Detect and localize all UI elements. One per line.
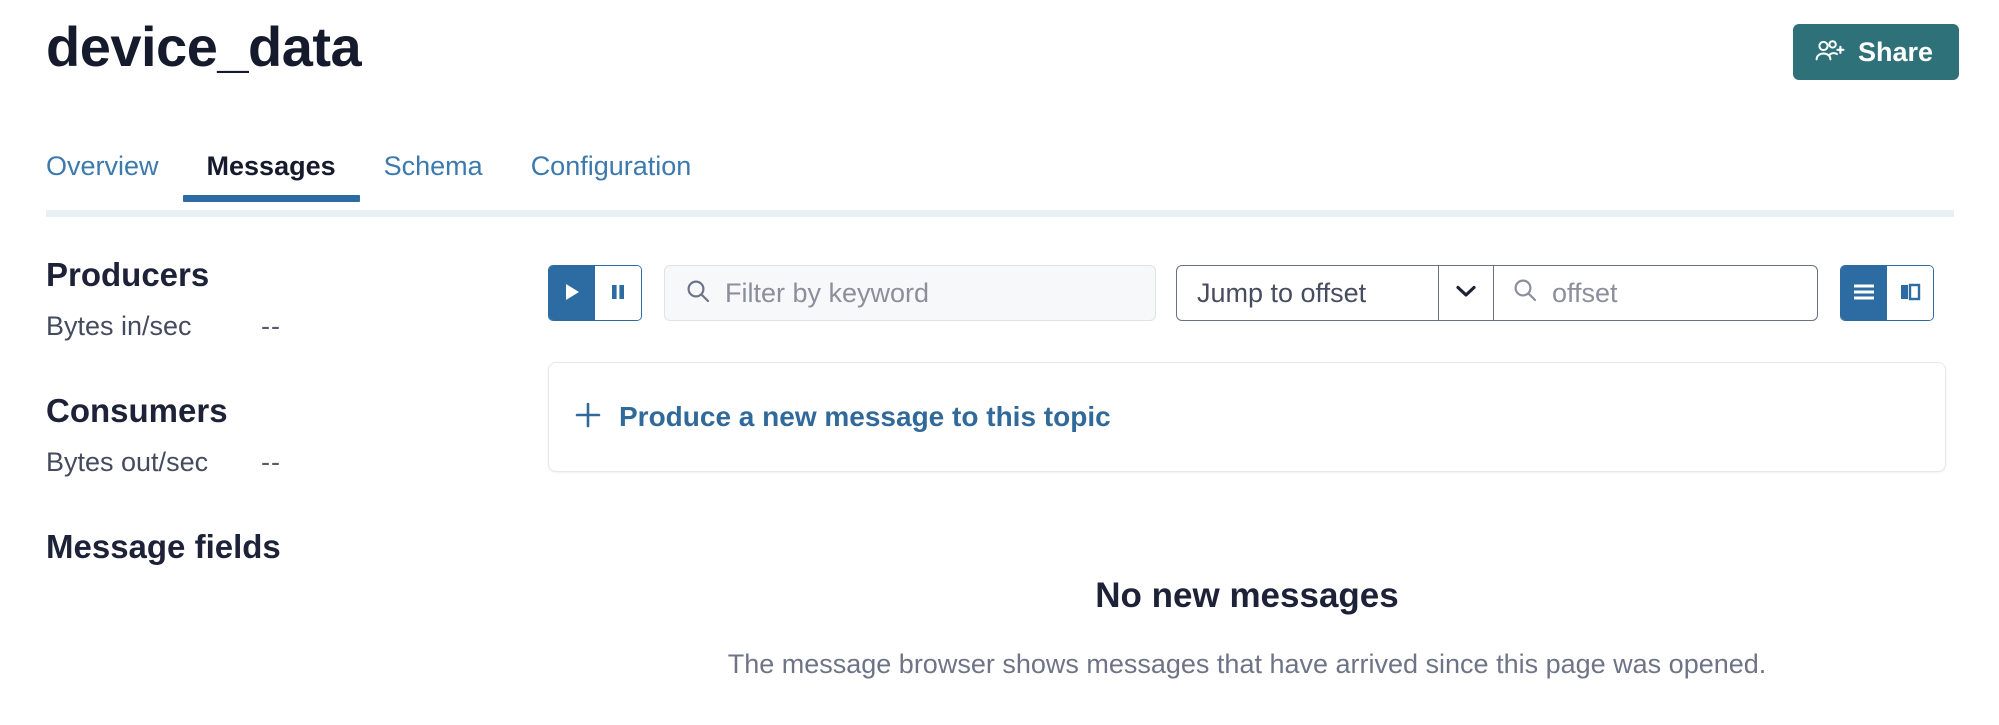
list-view-icon: [1852, 282, 1876, 305]
page-header: device_data Share: [0, 0, 1999, 110]
tab-bar: Overview Messages Schema Configuration: [0, 150, 1999, 222]
tab-schema[interactable]: Schema: [360, 150, 507, 200]
bytes-in-label: Bytes in/sec: [46, 311, 192, 341]
offset-input-placeholder: offset: [1552, 277, 1618, 308]
producers-heading: Producers: [46, 256, 210, 293]
page-title: device_data: [46, 15, 362, 78]
search-icon: [1512, 277, 1538, 310]
message-fields-heading: Message fields: [46, 528, 281, 565]
tab-list: Overview Messages Schema Configuration: [46, 150, 716, 202]
tab-messages[interactable]: Messages: [182, 150, 360, 202]
bytes-in-value: --: [261, 311, 281, 341]
split-view-icon: [1898, 282, 1922, 305]
play-pause-toggle: [548, 265, 642, 321]
message-browser-toolbar: Filter by keyword Jump to offset offset: [548, 265, 1934, 321]
chevron-down-icon: [1454, 283, 1478, 304]
filter-input[interactable]: Filter by keyword: [664, 265, 1156, 321]
bytes-out-row: Bytes out/sec --: [46, 445, 466, 479]
share-button-label: Share: [1857, 36, 1933, 67]
bytes-out-value: --: [261, 447, 281, 477]
view-mode-toggle: [1840, 265, 1934, 321]
topic-messages-page: device_data Share Overview Messages Sche…: [0, 0, 1999, 725]
topic-stats-sidebar: Producers Bytes in/sec -- Consumers Byte…: [46, 255, 466, 581]
jump-to-offset-select[interactable]: Jump to offset: [1176, 265, 1438, 321]
pause-icon: [609, 282, 627, 305]
tab-configuration[interactable]: Configuration: [507, 150, 716, 200]
bytes-out-label: Bytes out/sec: [46, 447, 209, 477]
pause-button[interactable]: [595, 266, 641, 320]
play-button[interactable]: [549, 266, 595, 320]
tab-underline: [46, 210, 1954, 217]
empty-state: No new messages The message browser show…: [548, 575, 1946, 681]
share-button[interactable]: Share: [1792, 24, 1959, 80]
users-plus-icon: [1815, 39, 1845, 65]
filter-input-placeholder: Filter by keyword: [725, 278, 930, 308]
play-icon: [563, 282, 581, 305]
tab-overview[interactable]: Overview: [46, 150, 183, 200]
consumers-heading: Consumers: [46, 392, 228, 429]
split-view-button[interactable]: [1887, 266, 1933, 320]
produce-message-card[interactable]: Produce a new message to this topic: [548, 362, 1946, 472]
plus-icon: [573, 400, 603, 435]
produce-message-label: Produce a new message to this topic: [619, 401, 1111, 432]
empty-state-description: The message browser shows messages that …: [727, 649, 1767, 679]
jump-to-offset-caret[interactable]: [1438, 265, 1494, 321]
search-icon: [685, 278, 711, 309]
offset-input[interactable]: offset: [1494, 265, 1818, 321]
offset-search-group: Jump to offset offset: [1176, 265, 1818, 321]
empty-state-title: No new messages: [1095, 576, 1399, 615]
list-view-button[interactable]: [1841, 266, 1887, 320]
bytes-in-row: Bytes in/sec --: [46, 309, 466, 343]
